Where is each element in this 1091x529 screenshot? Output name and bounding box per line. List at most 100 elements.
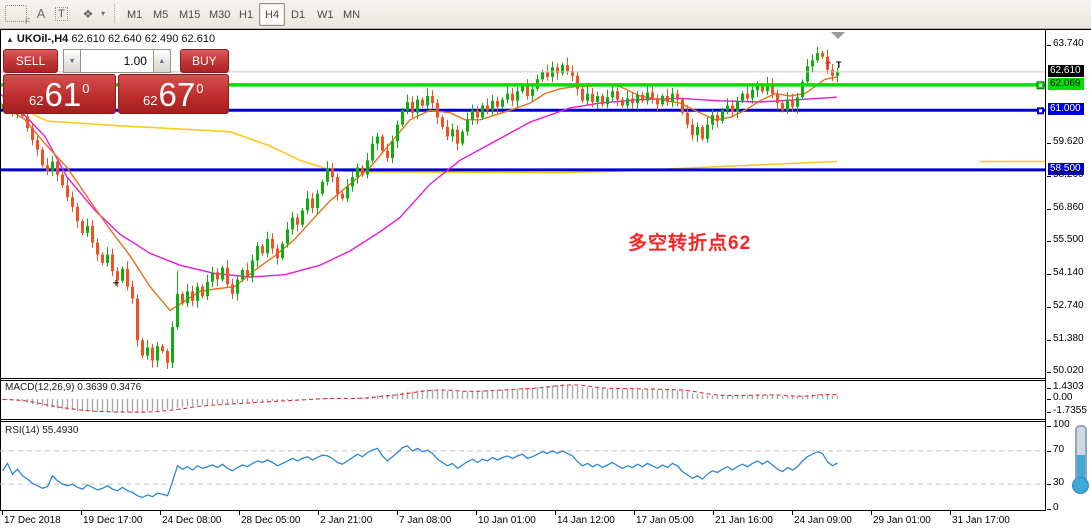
macd-axis-label: 0.00 [1053,392,1072,403]
text-tool-button[interactable]: A [33,3,49,24]
fibonacci-tool-button[interactable]: F [5,3,27,24]
axis-tick [1047,399,1051,400]
chart-text-annotation[interactable]: 多空转折点62 [628,228,751,255]
svg-text:T: T [836,60,842,70]
axis-tick [1047,388,1051,389]
text-label-tool-button[interactable]: T [55,3,68,24]
time-axis-label: 29 Jan 01:00 [873,515,931,526]
triangle-down-icon: ▼ [69,58,76,65]
price-tag-blue: 61.000 [1048,103,1084,115]
time-axis-label: 17 Dec 2018 [4,515,61,526]
time-tick [634,511,635,515]
price-axis-label: 54.140 [1053,267,1084,278]
time-axis-label: 2 Jan 21:00 [320,515,372,526]
timeframe-button-m15[interactable]: M15 [173,3,206,26]
axis-tick [1047,143,1051,144]
time-tick [871,511,872,515]
arrows-icon: ❖ [83,7,94,21]
toolbar: F A T ❖ ▾ M1M5M15M30H1H4D1W1MN [0,0,1091,29]
axis-tick [1047,412,1051,413]
time-tick [397,511,398,515]
collapse-panel-icon[interactable]: ▲ [6,35,14,44]
bid-big-figure: 62 [29,93,43,108]
axis-tick [1047,307,1051,308]
one-click-trade-panel: SELL ▼ ▲ BUY 62610 62670 [3,49,229,114]
bid-pipette: 0 [82,81,89,96]
axis-tick [1047,45,1051,46]
time-tick [160,511,161,515]
time-tick [2,511,3,515]
time-tick [713,511,714,515]
axis-tick [1047,241,1051,242]
time-axis-label: 10 Jan 01:00 [478,515,536,526]
thermometer-overlay-icon [1073,425,1085,500]
price-axis-label: 51.380 [1053,333,1084,344]
rsi-axis-label: 70 [1053,444,1064,455]
time-tick [555,511,556,515]
time-axis-label: 24 Dec 08:00 [162,515,222,526]
mt4-window: F A T ❖ ▾ M1M5M15M30H1H4D1W1MN T ▲UKOil-… [0,0,1091,529]
arrows-tool-button[interactable]: ❖ [80,3,96,24]
timeframe-button-mn[interactable]: MN [337,3,366,26]
time-axis-label: 21 Jan 16:00 [715,515,773,526]
ask-price-button[interactable]: 62670 [118,74,230,114]
timeframe-button-w1[interactable]: W1 [311,3,340,26]
toolbar-grip[interactable] [114,4,119,23]
time-tick [81,511,82,515]
timeframe-button-m1[interactable]: M1 [121,3,148,26]
time-tick [476,511,477,515]
time-axis[interactable]: 17 Dec 2018 19 Dec 17:00 24 Dec 08:00 28 De… [0,511,1091,529]
timeframe-button-m30[interactable]: M30 [203,3,236,26]
macd-indicator-label: MACD(12,26,9) 0.3639 0.3476 [5,382,141,393]
timeframe-button-h4[interactable]: H4 [259,3,285,26]
buy-button[interactable]: BUY [180,49,229,73]
price-tag-green: 62.069 [1048,78,1084,90]
ohlc-readout: 62.610 62.640 62.490 62.610 [71,33,215,45]
time-axis-label: 19 Dec 17:00 [83,515,143,526]
sell-button[interactable]: SELL [3,49,58,73]
time-tick [318,511,319,515]
ask-big-figure: 62 [143,93,157,108]
text-label-icon: T [55,7,68,21]
macd-axis-label: 1.4303 [1053,381,1084,392]
triangle-up-icon: ▲ [158,58,165,65]
price-axis-label: 50.020 [1053,365,1084,376]
axis-tick [1047,209,1051,210]
timeframe-button-d1[interactable]: D1 [285,3,311,26]
volume-increase-button[interactable]: ▲ [153,49,171,73]
rsi-indicator-label: RSI(14) 55.4930 [5,425,78,436]
time-tick [792,511,793,515]
timeframe-button-m5[interactable]: M5 [147,3,174,26]
volume-input[interactable] [81,49,153,73]
axis-tick [1047,509,1051,510]
price-axis-label: 59.620 [1053,136,1084,147]
timeframe-button-h1[interactable]: H1 [233,3,259,26]
axis-tick [1047,484,1051,485]
bid-pips: 61 [45,78,82,111]
price-axis-label: 63.740 [1053,38,1084,49]
axis-tick [1047,372,1051,373]
price-axis-label: 58.260 [1053,169,1084,180]
chevron-down-icon: ▾ [101,9,105,18]
arrows-dropdown-button[interactable]: ▾ [98,3,108,24]
price-axis-label: 56.860 [1053,202,1084,213]
axis-tick [1047,176,1051,177]
ask-pips: 67 [159,78,196,111]
rsi-axis-label: 30 [1053,477,1064,488]
price-axis-label: 52.740 [1053,300,1084,311]
price-tag-black: 62.610 [1048,65,1084,77]
price-axis-label: 55.500 [1053,234,1084,245]
rsi-axis-label: 100 [1053,419,1070,430]
time-axis-label: 28 Dec 05:00 [241,515,301,526]
macd-axis-label: -1.7355 [1053,405,1087,416]
ask-pipette: 0 [196,81,203,96]
symbol-name: UKOil-,H4 [17,33,68,45]
time-axis-label: 31 Jan 17:00 [952,515,1010,526]
volume-decrease-button[interactable]: ▼ [63,49,81,73]
time-axis-label: 7 Jan 08:00 [399,515,451,526]
time-tick [950,511,951,515]
time-axis-label: 24 Jan 09:00 [794,515,852,526]
axis-tick [1047,274,1051,275]
axis-tick [1047,426,1051,427]
bid-price-button[interactable]: 62610 [3,74,116,114]
